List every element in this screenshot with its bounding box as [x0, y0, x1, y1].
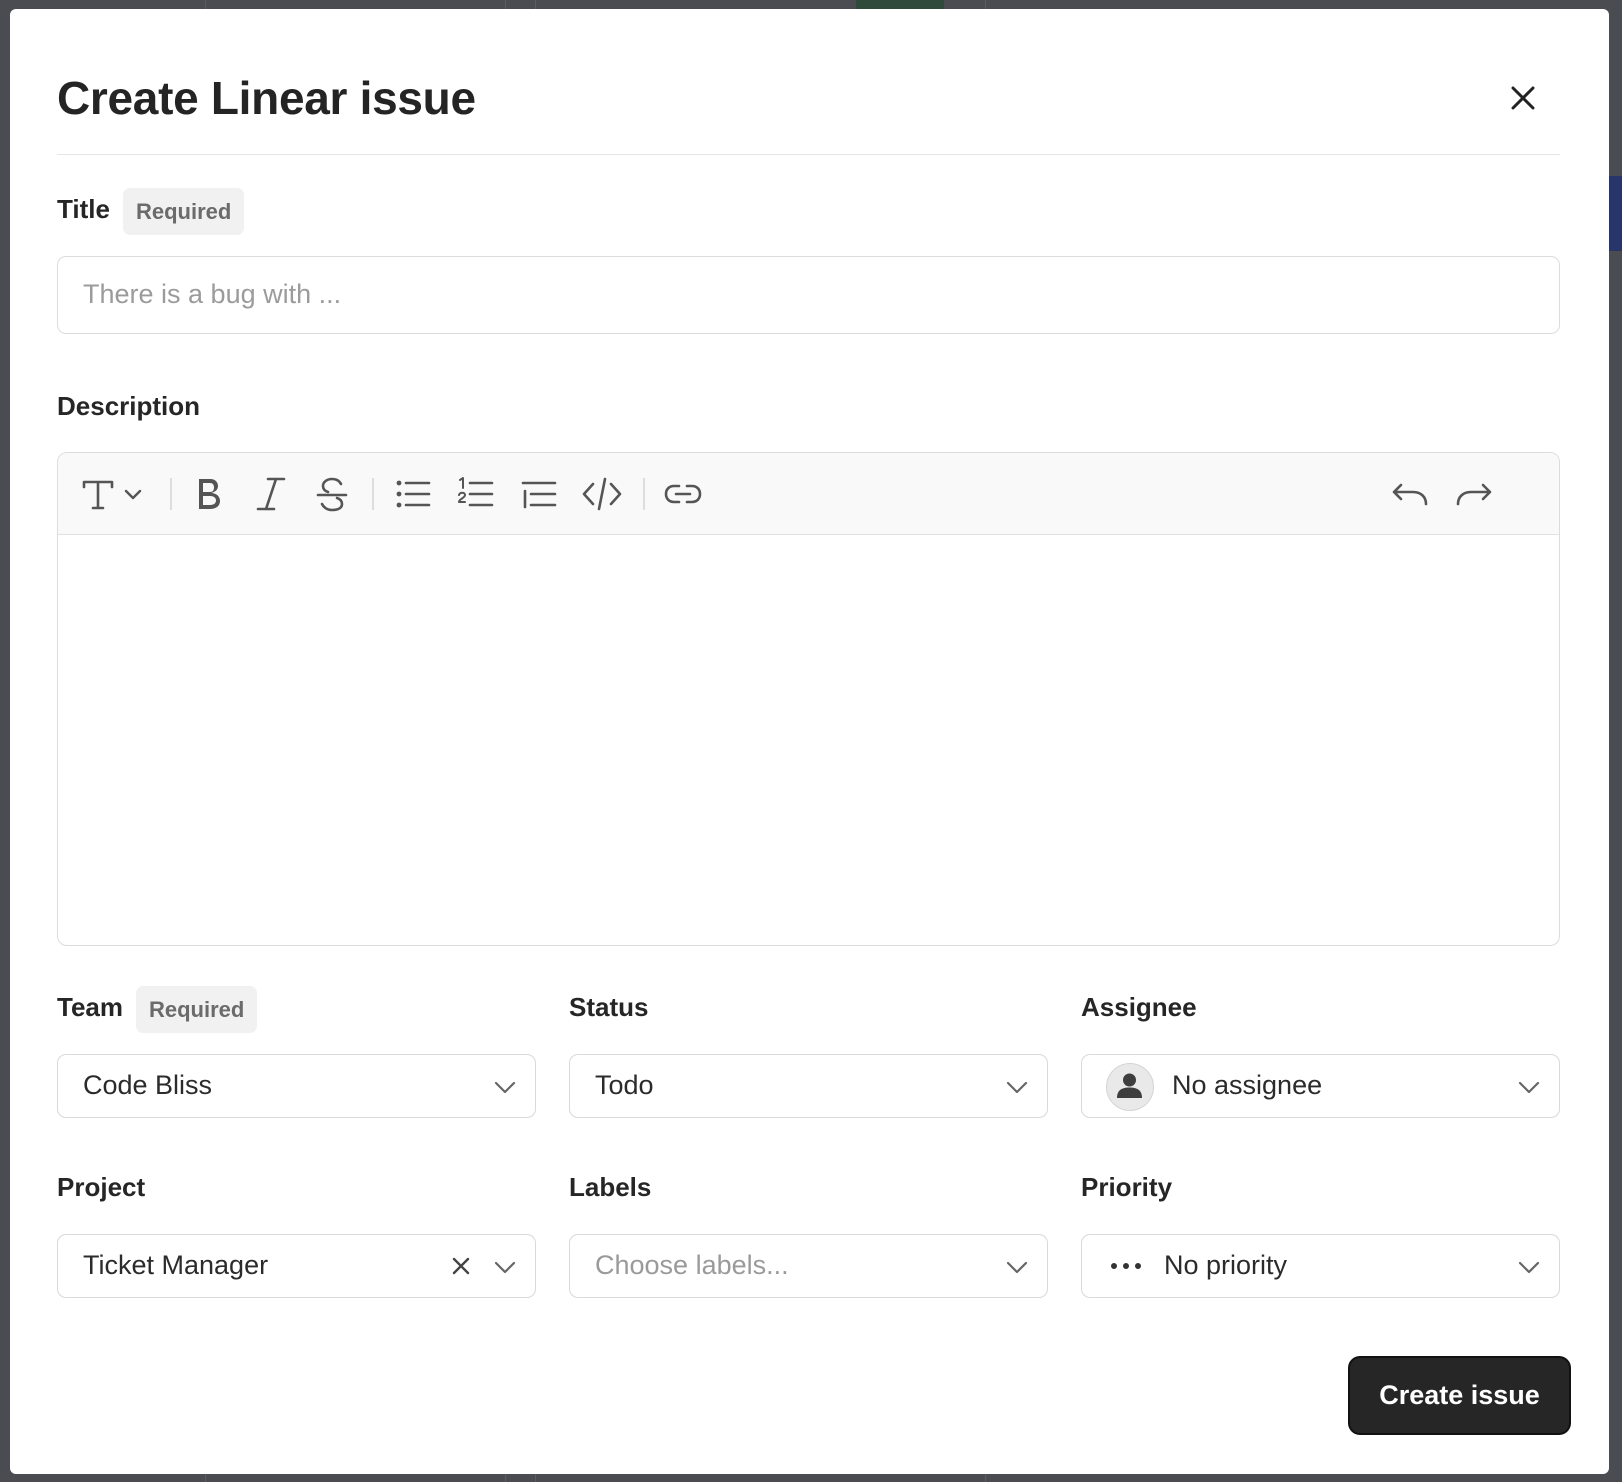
priority-label: Priority — [1081, 1172, 1173, 1202]
description-editor — [57, 452, 1560, 946]
team-select-value: Code Bliss — [83, 1070, 213, 1100]
labels-label: Labels — [569, 1172, 652, 1202]
strikethrough-icon[interactable] — [314, 473, 350, 515]
title-required-badge: Required — [123, 188, 245, 235]
assignee-label: Assignee — [1081, 992, 1197, 1022]
status-select[interactable]: Todo — [569, 1054, 1048, 1118]
labels-select[interactable]: Choose labels... — [569, 1234, 1048, 1298]
toolbar-divider — [372, 478, 374, 510]
status-select-value: Todo — [595, 1070, 654, 1100]
project-select-value: Ticket Manager — [83, 1250, 269, 1280]
project-select[interactable]: Ticket Manager — [57, 1234, 536, 1298]
toolbar-divider — [170, 478, 172, 510]
person-icon — [1106, 1063, 1154, 1111]
code-icon[interactable] — [582, 473, 622, 515]
title-label: Title — [57, 194, 110, 224]
text-style-icon[interactable] — [80, 473, 118, 515]
clear-icon[interactable] — [449, 1254, 473, 1278]
italic-icon[interactable] — [254, 473, 288, 515]
chevron-down-icon — [1005, 1075, 1029, 1099]
labels-select-placeholder: Choose labels... — [595, 1250, 789, 1280]
create-issue-button[interactable]: Create issue — [1348, 1356, 1571, 1435]
numbered-list-icon[interactable] — [458, 473, 494, 515]
status-label: Status — [569, 992, 649, 1022]
title-input[interactable]: There is a bug with ... — [57, 256, 1560, 334]
assignee-select[interactable]: No assignee — [1081, 1054, 1560, 1118]
redo-icon[interactable] — [1455, 473, 1493, 515]
indent-list-icon[interactable] — [521, 473, 557, 515]
description-textarea[interactable] — [58, 535, 1559, 945]
undo-icon[interactable] — [1391, 473, 1429, 515]
dots-icon — [1109, 1251, 1145, 1281]
toolbar-divider — [643, 478, 645, 510]
chevron-down-icon — [1517, 1255, 1541, 1279]
link-icon[interactable] — [663, 473, 703, 515]
create-issue-dialog: Create Linear issue Title Required There… — [10, 9, 1609, 1474]
chevron-down-icon — [493, 1255, 517, 1279]
priority-select-value: No priority — [1164, 1250, 1288, 1280]
close-icon[interactable] — [1506, 81, 1540, 115]
project-label: Project — [57, 1172, 146, 1202]
bold-icon[interactable] — [190, 473, 226, 515]
assignee-select-value: No assignee — [1172, 1070, 1323, 1100]
chevron-down-icon — [1005, 1255, 1029, 1279]
dialog-title: Create Linear issue — [57, 72, 476, 124]
chevron-down-icon[interactable] — [122, 473, 144, 515]
chevron-down-icon — [1517, 1075, 1541, 1099]
description-label: Description — [57, 391, 201, 421]
priority-select[interactable]: No priority — [1081, 1234, 1560, 1298]
dialog-header: Create Linear issue — [57, 9, 1560, 155]
team-select[interactable]: Code Bliss — [57, 1054, 536, 1118]
bullet-list-icon[interactable] — [395, 473, 431, 515]
team-required-badge: Required — [136, 986, 258, 1033]
chevron-down-icon — [493, 1075, 517, 1099]
team-label: Team — [57, 992, 123, 1022]
editor-toolbar — [58, 453, 1559, 535]
